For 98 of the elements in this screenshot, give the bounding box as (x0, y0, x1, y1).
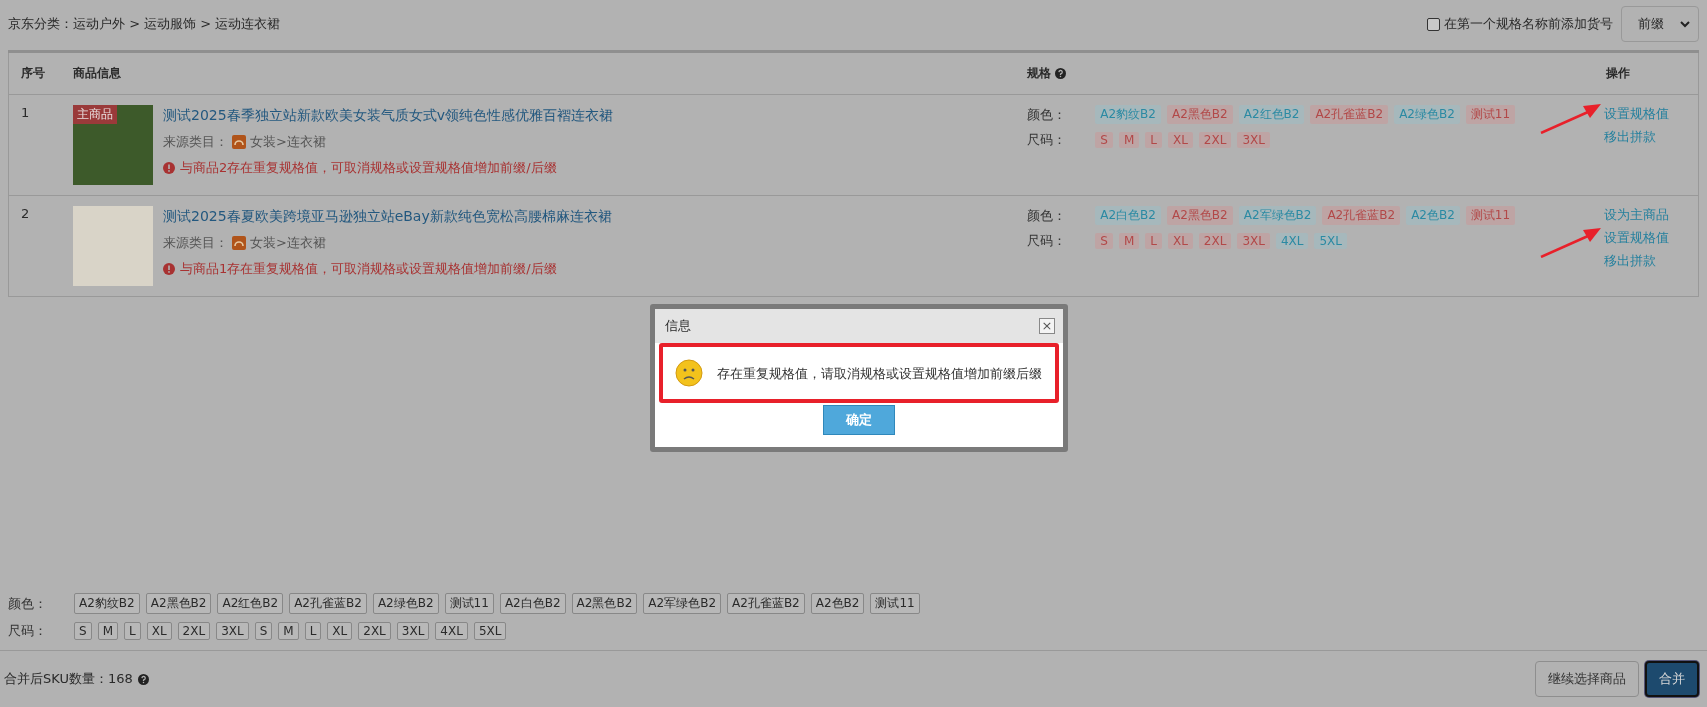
spec-value-tag: 2XL (1198, 233, 1232, 249)
spec-value-tag: A2军绿色B2 (1238, 206, 1317, 225)
dialog-title: 信息 (665, 317, 691, 335)
spec-label: 尺码： (1027, 232, 1068, 250)
merged-spec-tag: 4XL (435, 622, 468, 640)
spec-value-tag: A2白色B2 (1095, 206, 1161, 225)
merged-spec-tag: A2色B2 (810, 593, 865, 614)
spec-value-tag: 4XL (1275, 233, 1309, 249)
spec-value-tag: L (1145, 132, 1162, 148)
spec-value-tag: S (1095, 233, 1113, 249)
merged-spec-tag: L (124, 622, 141, 640)
spec-value-tag: A2豹纹B2 (1095, 105, 1161, 124)
spec-value-tag: A2绿色B2 (1394, 105, 1460, 124)
spec-value-tag: M (1118, 132, 1140, 148)
spec-value-tag: 3XL (1237, 132, 1270, 148)
category-breadcrumb: 京东分类：运动户外 > 运动服饰 > 运动连衣裙 (8, 15, 281, 33)
merged-spec-tag: XL (146, 622, 172, 640)
action-link[interactable]: 移出拼款 (1604, 252, 1656, 270)
merged-spec-tag: A2绿色B2 (372, 593, 439, 614)
spec-value-tag: 5XL (1314, 233, 1347, 249)
source-category: 女装>连衣裙 (250, 133, 326, 151)
warning-icon (163, 263, 175, 275)
action-link[interactable]: 设置规格值 (1604, 229, 1669, 247)
merged-spec-tag: A2红色B2 (217, 593, 284, 614)
close-button[interactable]: × (1039, 318, 1055, 334)
sku-prefix-checkbox[interactable]: 在第一个规格名称前添加货号 (1427, 15, 1613, 33)
spec-value-tag: A2孔雀蓝B2 (1322, 206, 1401, 225)
column-header: 操作 (1606, 66, 1630, 80)
merged-spec-tag: M (278, 622, 299, 640)
action-link[interactable]: 设为主商品 (1604, 206, 1669, 224)
spec-label: 尺码： (1027, 131, 1068, 149)
merged-spec-tag: A2黑色B2 (571, 593, 638, 614)
spec-value-tag: A2红色B2 (1238, 105, 1305, 124)
annotation-arrow (1540, 102, 1602, 134)
spec-value-tag: L (1145, 233, 1162, 249)
spec-value-tag: 测试11 (1465, 105, 1516, 124)
merged-spec-tag: 3XL (396, 622, 430, 640)
dialog-message: 存在重复规格值，请取消规格或设置规格值增加前缀后缀 (717, 365, 1042, 383)
merged-spec-tag: A2孔雀蓝B2 (289, 593, 367, 614)
merged-spec-tag: A2豹纹B2 (74, 593, 140, 614)
annotation-arrow (1540, 226, 1602, 258)
duplicate-warning: 与商品1存在重复规格值，可取消规格或设置规格值增加前缀/后缀 (180, 260, 557, 278)
spec-value-tag: XL (1167, 132, 1193, 148)
sku-count: 合并后SKU数量：168 (4, 670, 133, 688)
column-header: 规格 (1027, 66, 1052, 80)
spec-label: 颜色： (8, 594, 48, 613)
merged-spec-tag: 5XL (473, 622, 507, 640)
merged-spec-tag: A2白色B2 (499, 593, 566, 614)
store-icon (232, 236, 246, 250)
spec-value-tag: XL (1167, 233, 1193, 249)
source-category: 女装>连衣裙 (250, 234, 326, 252)
warning-icon (163, 162, 175, 174)
merged-spec-tag: 2XL (358, 622, 391, 640)
action-link[interactable]: 设置规格值 (1604, 105, 1669, 123)
duplicate-warning: 与商品2存在重复规格值，可取消规格或设置规格值增加前缀/后缀 (180, 159, 557, 177)
help-icon (137, 673, 149, 685)
spec-value-tag: S (1095, 132, 1113, 148)
merged-spec-tag: 测试11 (444, 593, 494, 614)
row-number: 2 (21, 206, 30, 221)
chevron-down-icon (1680, 20, 1690, 28)
spec-value-tag: A2黑色B2 (1166, 206, 1233, 225)
column-header: 商品信息 (73, 66, 121, 80)
merged-spec-tag: 2XL (177, 622, 211, 640)
spec-value-tag: 3XL (1237, 233, 1270, 249)
source-label: 来源类目： (163, 133, 228, 151)
continue-select-button[interactable]: 继续选择商品 (1535, 661, 1639, 697)
main-product-badge: 主商品 (73, 105, 117, 124)
column-header: 序号 (21, 66, 45, 80)
merged-spec-tag: S (74, 622, 92, 640)
spec-label: 尺码： (8, 622, 48, 640)
spec-value-tag: 2XL (1198, 132, 1232, 148)
product-title-link[interactable]: 测试2025春季独立站新款欧美女装气质女式v领纯色性感优雅百褶连衣裙 (163, 107, 613, 125)
merged-spec-tag: M (97, 622, 118, 640)
spec-value-tag: A2孔雀蓝B2 (1310, 105, 1389, 124)
spec-value-tag: 测试11 (1465, 206, 1516, 225)
sad-face-icon (675, 359, 703, 387)
confirm-button[interactable]: 确定 (823, 405, 895, 435)
merged-spec-tag: A2孔雀蓝B2 (727, 593, 805, 614)
merged-spec-tag: 测试11 (870, 593, 920, 614)
product-title-link[interactable]: 测试2025春夏欧美跨境亚马逊独立站eBay新款纯色宽松高腰棉麻连衣裙 (163, 208, 612, 226)
source-label: 来源类目： (163, 234, 228, 252)
spec-label: 颜色： (1027, 206, 1068, 225)
help-icon (1055, 68, 1067, 79)
spec-value-tag: M (1118, 233, 1140, 249)
spec-value-tag: A2黑色B2 (1166, 105, 1233, 124)
spec-value-tag: A2色B2 (1406, 206, 1460, 225)
position-select[interactable]: 前缀 (1621, 6, 1699, 42)
spec-label: 颜色： (1027, 105, 1068, 124)
store-icon (232, 135, 246, 149)
action-link[interactable]: 移出拼款 (1604, 128, 1656, 146)
row-number: 1 (21, 105, 30, 120)
merge-button[interactable]: 合并 (1645, 661, 1699, 697)
merged-spec-tag: XL (327, 622, 353, 640)
merged-spec-tag: S (254, 622, 273, 640)
merged-spec-tag: A2黑色B2 (145, 593, 212, 614)
merged-spec-tag: L (304, 622, 322, 640)
merged-spec-tag: A2军绿色B2 (643, 593, 722, 614)
merged-spec-tag: 3XL (216, 622, 249, 640)
